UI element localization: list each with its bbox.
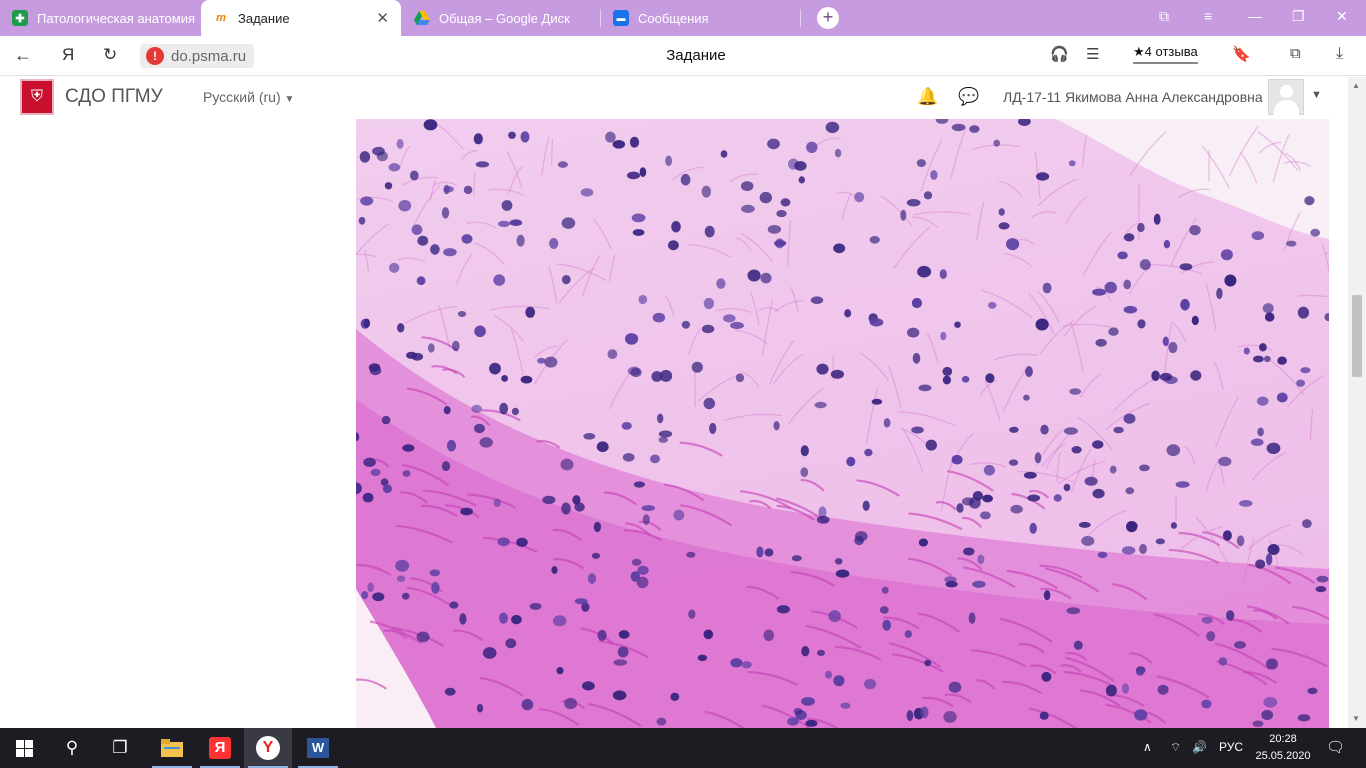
- main-content: [0, 119, 1348, 728]
- user-name[interactable]: ЛД-17-11 Якимова Анна Александровна: [1003, 89, 1263, 105]
- messages-bubble-icon[interactable]: 💬: [958, 87, 979, 107]
- classroom-icon: ✚: [12, 10, 28, 26]
- google-drive-icon: [414, 10, 430, 26]
- language-menu[interactable]: Русский (ru) ▼: [203, 89, 294, 105]
- task-view-icon[interactable]: ❐: [96, 728, 144, 768]
- volume-icon[interactable]: 🔊: [1192, 740, 1207, 754]
- file-explorer-icon[interactable]: [148, 728, 196, 768]
- menu-icon[interactable]: ≡: [1204, 8, 1212, 24]
- tab-label: Общая – Google Диск: [439, 10, 570, 26]
- histology-micrograph-image: [356, 119, 1329, 728]
- tab-label: Задание: [238, 10, 290, 26]
- close-tab-icon[interactable]: ✕: [376, 9, 389, 27]
- scroll-up-icon[interactable]: ▲: [1352, 81, 1360, 90]
- back-arrow-icon[interactable]: ←: [14, 45, 32, 66]
- messages-icon: ▬: [613, 10, 629, 26]
- reload-icon[interactable]: ↻: [103, 45, 117, 65]
- reader-mode-icon[interactable]: ☰: [1086, 45, 1099, 63]
- tab-pathology[interactable]: ✚ Патологическая анатомия: [0, 0, 200, 36]
- clock-date: 25.05.2020: [1255, 750, 1311, 762]
- download-icon[interactable]: ⤓: [1336, 45, 1343, 63]
- collections-icon[interactable]: ⧉: [1290, 45, 1301, 62]
- warning-icon[interactable]: !: [146, 47, 164, 65]
- restore-icon[interactable]: ❐: [1292, 8, 1305, 25]
- tab-divider: [800, 9, 801, 27]
- address-bar: ← Я ↻ ! do.psma.ru Задание 🎧 ☰ ★4 отзыва…: [0, 36, 1366, 76]
- scrollbar-thumb[interactable]: [1352, 295, 1362, 377]
- close-window-icon[interactable]: ✕: [1336, 8, 1348, 25]
- minimize-icon[interactable]: —: [1248, 8, 1262, 24]
- reviews-button[interactable]: ★4 отзыва: [1133, 44, 1198, 64]
- language-label: Русский (ru): [203, 89, 281, 105]
- page-title: Задание: [666, 47, 726, 64]
- new-tab-button[interactable]: +: [817, 7, 839, 29]
- tab-label: Сообщения: [638, 10, 709, 26]
- reviews-label: 4 отзыва: [1144, 44, 1198, 59]
- windows-taskbar: ⚲ ❐ Я Y W ∧ ⌔ 🔊 РУС 20:28 25.05.2020 🗨: [0, 728, 1366, 768]
- tab-task[interactable]: m Задание ✕: [201, 0, 401, 36]
- bookmark-icon[interactable]: 🔖: [1232, 45, 1251, 63]
- tab-label: Патологическая анатомия: [37, 10, 195, 26]
- yandex-icon[interactable]: Я: [62, 45, 74, 65]
- network-icon[interactable]: ⌔: [1170, 740, 1181, 755]
- scroll-down-icon[interactable]: ▼: [1352, 714, 1360, 723]
- tabs-overview-icon[interactable]: ⧉: [1159, 8, 1169, 25]
- url-field[interactable]: ! do.psma.ru: [140, 44, 255, 68]
- yandex-browser-taskbar-icon[interactable]: Я: [196, 728, 244, 768]
- browser-tab-strip: ✚ Патологическая анатомия m Задание ✕ Об…: [0, 0, 1366, 36]
- site-header: ⛨ СДО ПГМУ Русский (ru) ▼ 🔔 💬 ЛД-17-11 Я…: [0, 77, 1348, 119]
- input-language[interactable]: РУС: [1219, 740, 1243, 754]
- page-scrollbar[interactable]: ▲ ▼: [1348, 77, 1366, 728]
- moodle-icon: m: [216, 12, 226, 24]
- search-icon[interactable]: ⚲: [48, 728, 96, 768]
- word-icon[interactable]: W: [294, 728, 342, 768]
- user-menu-chevron-icon[interactable]: ▼: [1311, 89, 1322, 101]
- site-name-link[interactable]: СДО ПГМУ: [65, 86, 163, 108]
- system-clock[interactable]: 20:28 25.05.2020: [1253, 731, 1313, 765]
- yandex-browser-active-icon[interactable]: Y: [244, 728, 292, 768]
- url-domain: do.psma.ru: [171, 47, 247, 65]
- university-logo-icon[interactable]: ⛨: [20, 79, 54, 115]
- headphones-icon[interactable]: 🎧: [1050, 45, 1069, 63]
- tab-google-drive[interactable]: Общая – Google Диск: [402, 0, 598, 36]
- chevron-down-icon: ▼: [284, 94, 295, 105]
- notifications-icon[interactable]: 🗨: [1326, 738, 1345, 756]
- star-icon: ★: [1133, 44, 1145, 59]
- avatar[interactable]: [1268, 79, 1304, 115]
- notifications-bell-icon[interactable]: 🔔: [917, 87, 938, 107]
- show-hidden-icons-icon[interactable]: ∧: [1143, 740, 1152, 754]
- tab-messages[interactable]: ▬ Сообщения: [601, 0, 797, 36]
- windows-start-icon[interactable]: [0, 728, 48, 768]
- micrograph-drawing: [356, 119, 1329, 728]
- clock-time: 20:28: [1269, 733, 1297, 745]
